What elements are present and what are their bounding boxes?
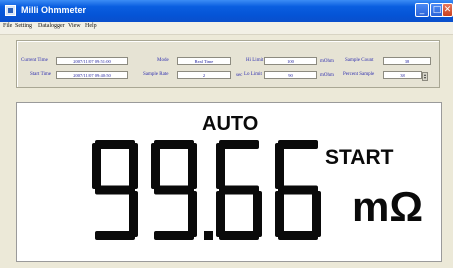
digit-segment xyxy=(151,143,160,189)
measurement-unit: mΩ xyxy=(352,183,424,230)
digit-segment xyxy=(95,185,135,195)
digit-segment xyxy=(129,143,138,189)
digit-segment xyxy=(92,143,101,189)
digit-segment xyxy=(129,191,138,237)
app-window: Milli Ohmmeter _ □ ✕ File Setting Datalo… xyxy=(0,0,453,268)
digit-segment xyxy=(154,231,194,240)
digit-segment xyxy=(216,191,225,237)
digit-segment xyxy=(95,231,135,240)
digit-segment xyxy=(253,191,262,237)
digit-segment xyxy=(278,185,318,195)
digit-segment xyxy=(216,143,225,189)
digit-segment xyxy=(275,143,284,189)
run-status-indicator: START xyxy=(325,146,394,169)
digit-segment xyxy=(154,185,194,195)
digit-segment xyxy=(312,191,321,237)
reading-digit xyxy=(275,140,321,240)
digit-segment xyxy=(219,185,259,195)
decimal-point xyxy=(204,231,213,240)
digit-segment xyxy=(188,143,197,189)
reading-digit xyxy=(216,140,262,240)
reading-digit xyxy=(92,140,138,240)
reading-digit xyxy=(151,140,197,240)
digit-segment xyxy=(188,191,197,237)
digit-segment xyxy=(275,191,284,237)
